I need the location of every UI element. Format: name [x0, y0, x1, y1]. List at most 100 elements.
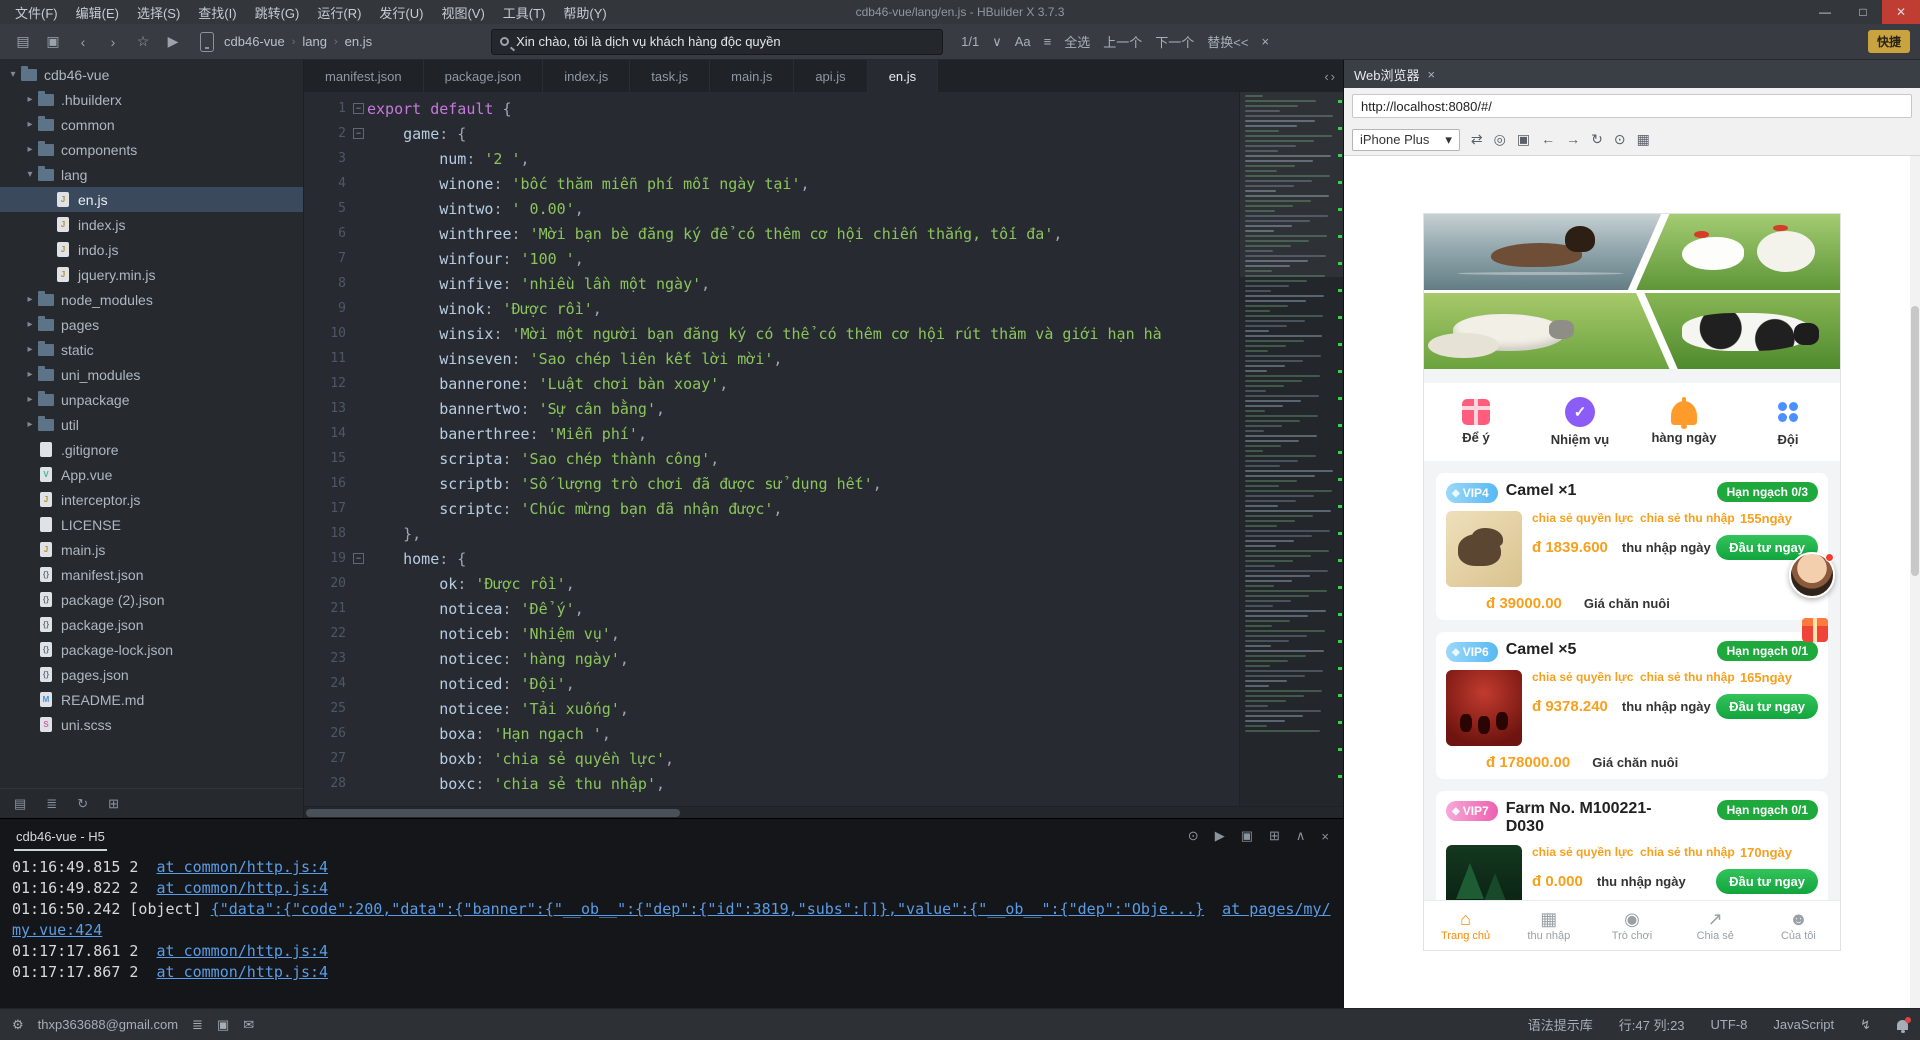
tree-root[interactable]: ▾ cdb46-vue — [0, 62, 303, 87]
menu-item[interactable]: 帮助(Y) — [554, 0, 615, 25]
run-icon[interactable]: ▶ — [160, 30, 186, 54]
nav-forward-icon[interactable]: › — [100, 30, 126, 54]
nav-item-me[interactable]: ☻ Của tôi — [1757, 901, 1840, 950]
prev-match-button[interactable]: 上一个 — [1103, 32, 1142, 51]
code-line[interactable]: 6 winthree: 'Mời bạn bè đăng ký để có th… — [304, 221, 1239, 246]
tree-item-lang[interactable]: ▾ lang — [0, 162, 303, 187]
replace-toggle-button[interactable]: 替换<< — [1207, 32, 1248, 51]
tree-item-package-lock-json[interactable]: {} package-lock.json — [0, 637, 303, 662]
find-bar[interactable]: Xin chào, tôi là dịch vụ khách hàng độc … — [491, 28, 944, 55]
code-line[interactable]: 1− export default { — [304, 96, 1239, 121]
menu-item[interactable]: 选择(S) — [128, 0, 189, 25]
quick-badge[interactable]: 快捷 — [1867, 30, 1910, 53]
code-line[interactable]: 17 scriptc: 'Chúc mừng bạn đã nhận được'… — [304, 496, 1239, 521]
minimize-button[interactable]: — — [1806, 0, 1844, 24]
emulator-icon[interactable]: ◎ — [1494, 131, 1506, 148]
forward-icon[interactable]: → — [1566, 131, 1580, 148]
statusbar-item-3[interactable]: JavaScript — [1773, 1017, 1834, 1032]
console-source-link[interactable]: at common/http.js:4 — [157, 879, 329, 897]
code-line[interactable]: 19− home: { — [304, 546, 1239, 571]
console-source-link[interactable]: at common/http.js:4 — [157, 942, 329, 960]
editor-tab-index-js[interactable]: index.js — [543, 60, 631, 92]
tree-item-util[interactable]: ▸ util — [0, 412, 303, 437]
rotate-icon[interactable]: ⇄ — [1471, 131, 1483, 148]
tree-item-interceptor-js[interactable]: Jinterceptor.js — [0, 487, 303, 512]
statusbar-item-0[interactable]: 语法提示库 — [1528, 1015, 1593, 1034]
quick-item-bell[interactable]: hàng ngày — [1632, 397, 1736, 445]
menu-item[interactable]: 编辑(E) — [67, 0, 128, 25]
tree-item-indo-js[interactable]: Jindo.js — [0, 237, 303, 262]
browser-close-icon[interactable]: × — [1428, 67, 1436, 82]
tree-item--hbuilderx[interactable]: ▸ .hbuilderx — [0, 87, 303, 112]
url-input[interactable] — [1352, 94, 1912, 118]
panel-icon[interactable]: ▣ — [217, 1017, 229, 1033]
gift-float-icon[interactable] — [1802, 618, 1828, 642]
fold-marker-icon[interactable]: − — [350, 128, 367, 139]
nav-item-home[interactable]: ⌂ Trang chủ — [1424, 901, 1507, 950]
code-line[interactable]: 14 banerthree: 'Miễn phí', — [304, 421, 1239, 446]
search-input[interactable]: Xin chào, tôi là dịch vụ khách hàng độc … — [516, 34, 781, 49]
tab-scroll-right-icon[interactable]: › — [1331, 69, 1335, 84]
menu-item[interactable]: 视图(V) — [432, 0, 493, 25]
code-line[interactable]: 27 boxb: 'chia sẻ quyền lực', — [304, 746, 1239, 771]
flash-icon[interactable]: ↯ — [1860, 1017, 1871, 1033]
breadcrumb-item[interactable]: lang — [302, 34, 327, 49]
invest-button[interactable]: Đầu tư ngay — [1716, 868, 1818, 894]
editor-tab-main-js[interactable]: main.js — [710, 60, 795, 92]
fold-marker-icon[interactable]: − — [350, 553, 367, 564]
tree-item-manifest-json[interactable]: {} manifest.json — [0, 562, 303, 587]
code-line[interactable]: 23 noticec: 'hàng ngày', — [304, 646, 1239, 671]
tree-item-uni-scss[interactable]: Suni.scss — [0, 712, 303, 737]
code-pane[interactable]: 1− export default {2− game: {3 num: '2 ',… — [304, 92, 1239, 806]
device-select[interactable]: iPhone Plus ▾ — [1352, 128, 1460, 151]
collapse-icon[interactable]: ∧ — [1296, 828, 1306, 844]
quick-item-team[interactable]: Đội — [1736, 397, 1840, 447]
select-all-button[interactable]: 全选 — [1064, 32, 1090, 51]
tree-item-components[interactable]: ▸ components — [0, 137, 303, 162]
lock-icon[interactable]: ⊙ — [1614, 131, 1626, 148]
horizontal-scrollbar[interactable] — [304, 806, 1343, 818]
quick-item-gift[interactable]: Để ý — [1424, 399, 1528, 445]
close-button[interactable]: ✕ — [1882, 0, 1920, 24]
menu-item[interactable]: 查找(I) — [189, 0, 245, 25]
code-line[interactable]: 2− game: { — [304, 121, 1239, 146]
tree-item-static[interactable]: ▸ static — [0, 337, 303, 362]
tree-item-main-js[interactable]: Jmain.js — [0, 537, 303, 562]
editor-tab-manifest-json[interactable]: manifest.json — [304, 60, 424, 92]
menu-item[interactable]: 文件(F) — [6, 0, 67, 25]
code-line[interactable]: 9 winok: 'Được rồi', — [304, 296, 1239, 321]
account-icon[interactable]: ⚙ — [12, 1017, 24, 1033]
editor-tab-en-js[interactable]: en.js — [867, 60, 939, 92]
run-icon[interactable]: ▶ — [1215, 828, 1225, 844]
code-line[interactable]: 8 winfive: 'nhiều lần một ngày', — [304, 271, 1239, 296]
scrollbar-thumb[interactable] — [306, 809, 681, 817]
code-line[interactable]: 28 boxc: 'chia sẻ thu nhập', — [304, 771, 1239, 796]
new-file-icon[interactable]: ▤ — [10, 30, 36, 54]
browser-scrollbar[interactable] — [1910, 156, 1920, 1008]
code-line[interactable]: 10 winsix: 'Mời một người bạn đăng ký có… — [304, 321, 1239, 346]
maximize-button[interactable]: □ — [1844, 0, 1882, 24]
tree-item-unpackage[interactable]: ▸ unpackage — [0, 387, 303, 412]
bell-icon[interactable] — [1897, 1016, 1911, 1033]
tab-scroll-left-icon[interactable]: ‹ — [1324, 69, 1328, 84]
package-icon[interactable]: ⊞ — [108, 796, 119, 812]
tree-item-readme-md[interactable]: M README.md — [0, 687, 303, 712]
editor-tab-task-js[interactable]: task.js — [630, 60, 711, 92]
code-line[interactable]: 4 winone: 'bốc thăm miễn phí mỗi ngày tạ… — [304, 171, 1239, 196]
favorite-icon[interactable]: ☆ — [130, 30, 156, 54]
code-line[interactable]: 3 num: '2 ', — [304, 146, 1239, 171]
nav-item-share[interactable]: ↗ Chia sẻ — [1674, 901, 1757, 950]
info-icon[interactable]: ⊙ — [1188, 828, 1199, 844]
code-line[interactable]: 18 }, — [304, 521, 1239, 546]
tree-item-common[interactable]: ▸ common — [0, 112, 303, 137]
console-tab[interactable]: cdb46-vue - H5 — [14, 822, 107, 851]
console-object-link[interactable]: {"data":{"code":200,"data":{"banner":{"_… — [211, 900, 1204, 918]
code-line[interactable]: 16 scriptb: 'Số lượng trò chơi đã được s… — [304, 471, 1239, 496]
product-card[interactable]: ◆ VIP6 Camel ×5 Hạn ngạch 0/1 chia sẻ quyền … — [1436, 632, 1828, 779]
back-icon[interactable]: ← — [1541, 131, 1555, 148]
breadcrumb-item[interactable]: cdb46-vue — [224, 34, 285, 49]
account-email[interactable]: thxp363688@gmail.com — [38, 1017, 178, 1032]
project-icon[interactable]: ▤ — [14, 796, 26, 812]
code-line[interactable]: 20 ok: 'Được rồi', — [304, 571, 1239, 596]
refresh-icon[interactable]: ↻ — [77, 796, 88, 812]
